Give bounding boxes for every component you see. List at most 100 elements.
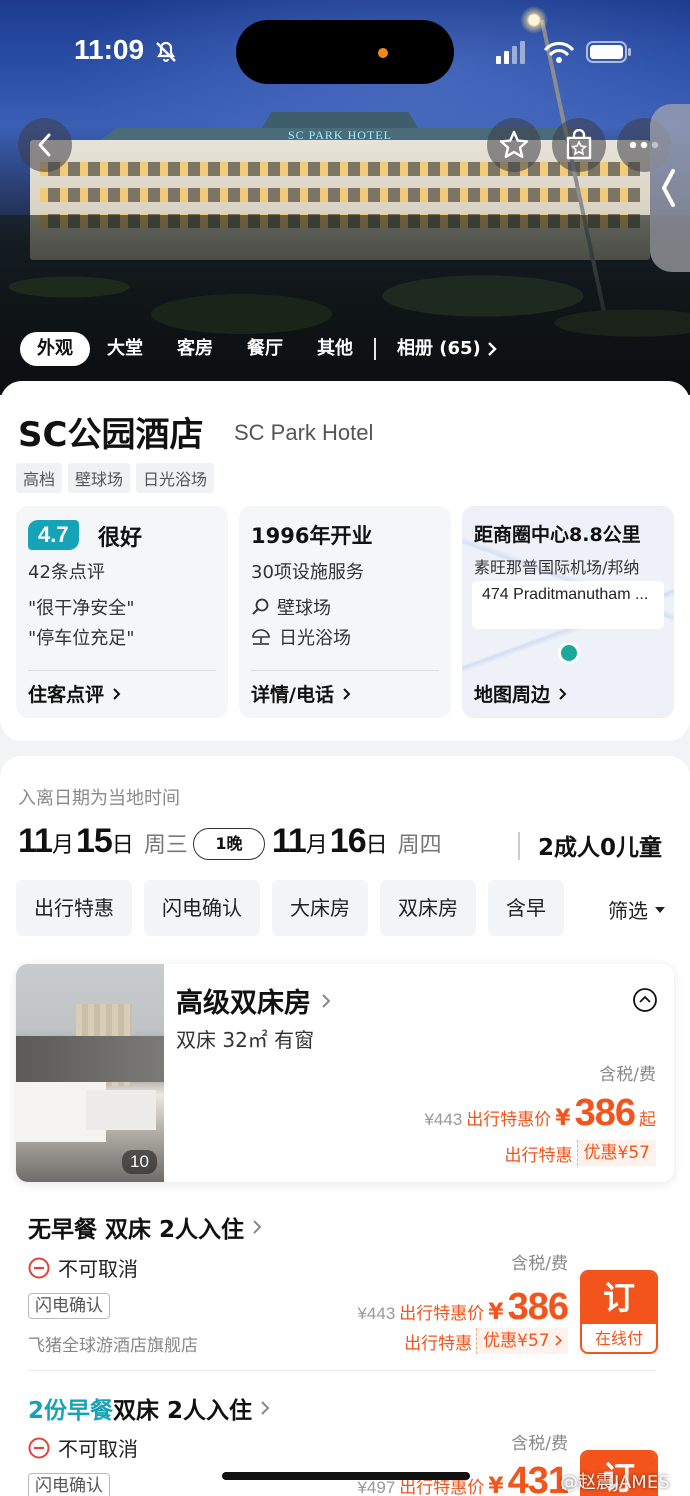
- pay-online-label: 在线付: [594, 1329, 643, 1348]
- hotel-tag: 高档: [16, 463, 63, 493]
- checkin-day: 15: [75, 822, 113, 860]
- home-indicator: [222, 1472, 470, 1480]
- filter-chip[interactable]: 闪电确认: [144, 880, 260, 936]
- back-button[interactable]: [18, 118, 72, 172]
- share-button[interactable]: [552, 118, 606, 172]
- hotel-tags: 高档 壁球场 日光浴场: [16, 463, 215, 493]
- bell-off-icon: [156, 41, 176, 62]
- hotel-sign: SC PARK HOTEL: [288, 128, 392, 142]
- review-quote: "很干净安全": [28, 598, 135, 619]
- tax-note: 含税/费: [599, 1065, 656, 1085]
- cancel-label: 不可取消: [58, 1257, 138, 1281]
- star-icon: [499, 130, 529, 158]
- vendor-name: 飞猪全球游酒店旗舰店: [28, 1336, 198, 1356]
- reviews-link[interactable]: 住客点评: [28, 680, 121, 707]
- beach-umbrella-icon: [252, 629, 270, 645]
- flash-confirm-tag: 闪电确认: [28, 1293, 110, 1319]
- checkin-weekday: 周三: [143, 833, 188, 858]
- original-price: ¥497: [357, 1478, 396, 1496]
- map-link-label: 地图周边: [474, 684, 551, 706]
- review-quote: "停车位充足": [28, 628, 135, 649]
- guest-selector[interactable]: 2成人0儿童: [538, 828, 662, 862]
- tab-lobby[interactable]: 大堂: [90, 332, 160, 366]
- filter-chip[interactable]: 含早: [488, 880, 564, 936]
- location-box[interactable]: 距商圈中心8.8公里 素旺那普国际机场/邦纳 474 Praditmanutha…: [462, 506, 674, 718]
- hotel-address: 474 Praditmanutham ...: [472, 581, 664, 629]
- promo-tags: 出行特惠 优惠¥57: [500, 1140, 656, 1166]
- filter-chip[interactable]: 出行特惠: [16, 880, 132, 936]
- tax-note: 含税/费: [511, 1254, 568, 1274]
- collapse-icon[interactable]: [632, 987, 658, 1013]
- chevron-right-icon: [559, 687, 567, 700]
- tax-note: 含税/费: [511, 1434, 568, 1454]
- reviews-link-label: 住客点评: [28, 684, 105, 706]
- rating-box[interactable]: 4.7 很好 42条点评 "很干净安全" "停车位充足" 住客点评: [16, 506, 228, 718]
- facility-item-label: 日光浴场: [279, 628, 351, 649]
- promo-tag: 出行特惠: [400, 1328, 477, 1354]
- flash-confirm-tag: 闪电确认: [28, 1473, 110, 1496]
- trees: [0, 215, 690, 395]
- book-button[interactable]: 订 在线付: [580, 1270, 658, 1354]
- price-from: 起: [639, 1110, 656, 1130]
- cancel-label: 不可取消: [58, 1437, 138, 1461]
- tab-dining[interactable]: 餐厅: [230, 332, 300, 366]
- filter-chip[interactable]: 双床房: [380, 880, 476, 936]
- photo-category-tabs: 外观 大堂 客房 餐厅 其他 相册 (65): [20, 331, 514, 367]
- price: 386: [507, 1286, 569, 1328]
- room-photo[interactable]: 10: [16, 964, 164, 1182]
- favorite-button[interactable]: [487, 118, 541, 172]
- side-panel-handle[interactable]: [650, 104, 690, 272]
- discount-label: 优惠¥57: [483, 1331, 550, 1351]
- battery-icon: [586, 41, 631, 63]
- chevron-right-icon: [322, 993, 331, 1008]
- promo-tags[interactable]: 出行特惠 优惠¥57: [400, 1328, 568, 1354]
- currency: ¥: [555, 1106, 571, 1131]
- details-phone-link[interactable]: 详情/电话: [251, 680, 351, 707]
- review-count: 42条点评: [28, 562, 105, 583]
- tab-exterior[interactable]: 外观: [20, 332, 90, 366]
- filter-button[interactable]: 筛选: [608, 895, 666, 924]
- breakfast-label: 2份早餐: [28, 1398, 114, 1424]
- album-label: 相册 (65): [397, 338, 481, 359]
- rate-plan-label: 无早餐 双床 2人入住: [28, 1217, 245, 1243]
- privacy-dot: [378, 48, 388, 58]
- day-unit: 日: [111, 833, 134, 858]
- window-row: [40, 162, 640, 176]
- tab-other[interactable]: 其他: [300, 332, 370, 366]
- racket-icon: [252, 598, 269, 615]
- chevron-left-icon: [661, 169, 675, 207]
- rate-price: ¥443 出行特惠价 ¥ 386: [357, 1286, 569, 1329]
- divider: [251, 670, 439, 671]
- distance-to-center: 距商圈中心8.8公里: [474, 524, 641, 546]
- original-price: ¥443: [357, 1304, 396, 1323]
- chevron-right-icon: [555, 1335, 563, 1346]
- checkout-month: 11: [271, 822, 307, 860]
- rate-plan-title[interactable]: 2份早餐 双床 2人入住: [28, 1391, 270, 1425]
- room-specs: 双床 32㎡ 有窗: [176, 1028, 315, 1052]
- map-nearby-link[interactable]: 地图周边: [474, 680, 567, 707]
- hotel-name: SC公园酒店: [18, 415, 204, 455]
- bag-star-icon: [566, 129, 592, 160]
- signal-icon: [496, 41, 525, 64]
- hotel-name-english: SC Park Hotel: [234, 420, 374, 445]
- rate-plan-title[interactable]: 无早餐 双床 2人入住: [28, 1210, 262, 1244]
- book-label: 订: [582, 1272, 656, 1324]
- filter-chip[interactable]: 大床房: [272, 880, 368, 936]
- currency: ¥: [488, 1300, 504, 1325]
- currency: ¥: [488, 1474, 504, 1496]
- room-title[interactable]: 高级双床房: [176, 981, 331, 1020]
- opening-year: 1996年开业: [251, 524, 373, 548]
- album-link[interactable]: 相册 (65): [380, 332, 514, 366]
- facility-box[interactable]: 1996年开业 30项设施服务 壁球场 日光浴场 详情/电话: [239, 506, 451, 718]
- room-price: ¥443 出行特惠价 ¥ 386 起: [424, 1092, 656, 1135]
- hotel-tag: 壁球场: [68, 463, 131, 493]
- cancel-policy: 不可取消: [28, 1253, 138, 1282]
- status-time: 11:09: [74, 34, 145, 65]
- facility-count: 30项设施服务: [251, 562, 364, 583]
- chevron-right-icon: [113, 687, 121, 700]
- promo-price-label: 出行特惠价: [466, 1110, 552, 1130]
- wifi-icon: [544, 41, 574, 63]
- tab-rooms[interactable]: 客房: [160, 332, 230, 366]
- caret-down-icon: [655, 906, 665, 913]
- no-entry-icon: [28, 1437, 50, 1458]
